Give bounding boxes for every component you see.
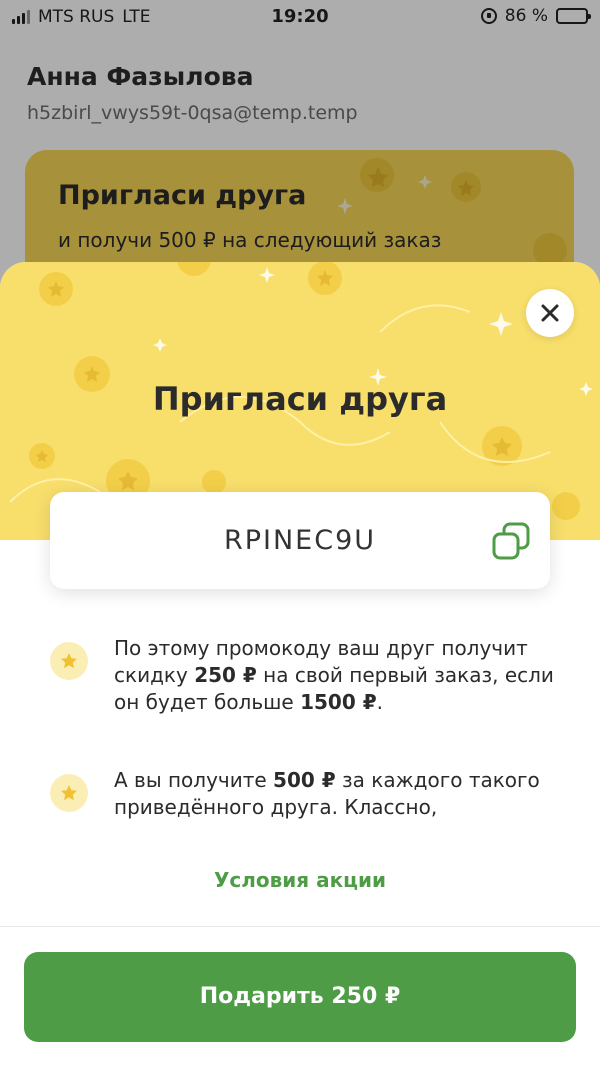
- gift-button[interactable]: Подарить 250 ₽: [24, 952, 576, 1042]
- copy-button[interactable]: [490, 520, 534, 564]
- promo-code[interactable]: RPINEC9U: [50, 492, 550, 589]
- sheet-title: Пригласи друга: [152, 380, 448, 418]
- benefit-text: А вы получите 500 ₽ за каждого такого пр…: [114, 768, 540, 819]
- benefit-text: По этому промокоду ваш друг получит скид…: [114, 636, 554, 714]
- invite-sheet: Пригласи друга RPINEC9U По этому промоко…: [0, 262, 600, 1066]
- close-button[interactable]: [526, 289, 574, 337]
- star-icon: [50, 642, 88, 680]
- copy-icon: [492, 522, 530, 560]
- star-icon: [50, 774, 88, 812]
- promo-code-box[interactable]: RPINEC9U: [50, 492, 550, 589]
- close-icon: [541, 304, 559, 322]
- divider: [0, 926, 600, 927]
- terms-link[interactable]: Условия акции: [0, 868, 600, 892]
